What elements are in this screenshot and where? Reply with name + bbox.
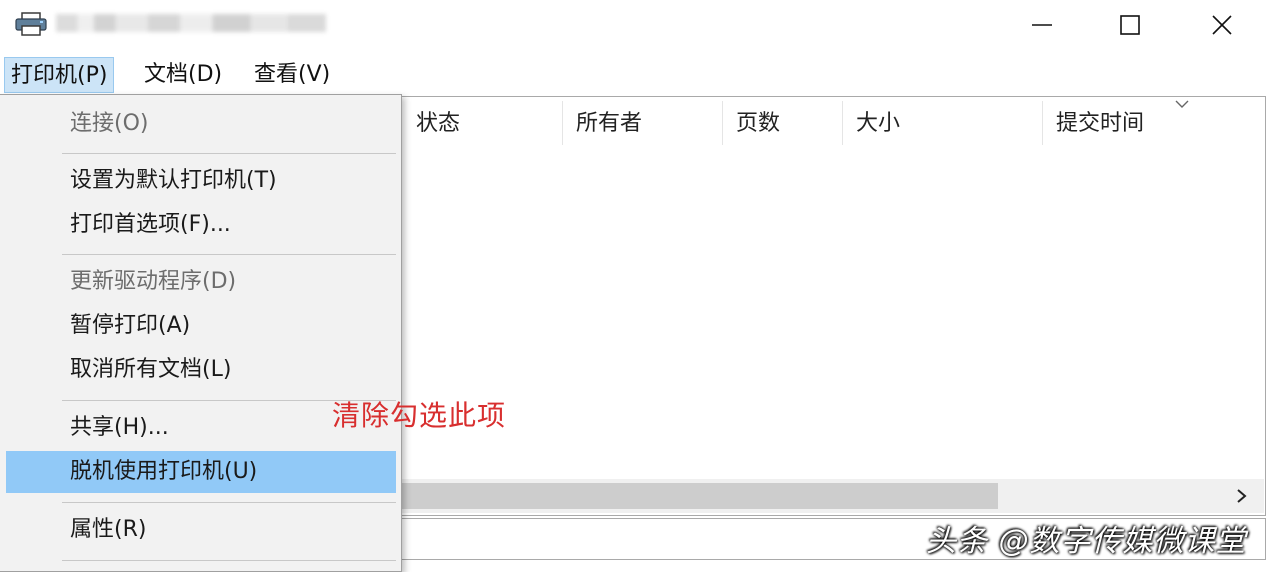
printer-menu-dropdown: 连接(O) 设置为默认打印机(T) 打印首选项(F)... 更新驱动程序(D) … [0, 94, 402, 572]
menu-separator [62, 560, 396, 561]
column-header-pages[interactable]: 页数 [724, 97, 780, 149]
menu-item-properties[interactable]: 属性(R) [6, 509, 396, 551]
menu-item-pause[interactable]: 暂停打印(A) [6, 305, 396, 347]
menu-document[interactable]: 文档(D) [138, 57, 228, 93]
maximize-button[interactable] [1084, 0, 1176, 50]
title-bar [0, 0, 1272, 50]
column-header-owner[interactable]: 所有者 [564, 97, 642, 149]
annotation-callout: 清除勾选此项 [332, 399, 507, 432]
column-header-status[interactable]: 状态 [404, 97, 460, 149]
column-divider[interactable] [842, 101, 843, 145]
column-divider[interactable] [722, 101, 723, 145]
printer-icon [15, 12, 47, 36]
menu-item-update-driver[interactable]: 更新驱动程序(D) [6, 261, 396, 303]
maximize-icon [1120, 15, 1140, 35]
column-header-size[interactable]: 大小 [844, 97, 900, 149]
menu-item-use-offline[interactable]: 脱机使用打印机(U) [6, 451, 396, 493]
chevron-down-icon [1175, 100, 1189, 108]
menu-item-set-default[interactable]: 设置为默认打印机(T) [6, 160, 396, 202]
menu-item-preferences[interactable]: 打印首选项(F)... [6, 204, 396, 246]
menu-view[interactable]: 查看(V) [248, 57, 336, 93]
horizontal-scrollbar[interactable] [392, 479, 1264, 513]
column-divider[interactable] [1042, 101, 1043, 145]
column-header-submitted[interactable]: 提交时间 [1044, 97, 1144, 149]
menu-separator [62, 502, 396, 503]
minimize-button[interactable] [996, 0, 1088, 50]
menu-separator [62, 153, 396, 154]
close-icon [1212, 15, 1232, 35]
window-title-blurred [56, 14, 326, 32]
minimize-icon [1032, 24, 1052, 26]
close-button[interactable] [1176, 0, 1268, 50]
scrollbar-thumb[interactable] [392, 483, 998, 509]
column-divider[interactable] [562, 101, 563, 145]
chevron-right-icon[interactable] [1234, 485, 1250, 507]
menu-printer[interactable]: 打印机(P) [4, 57, 115, 93]
print-queue-list[interactable]: 状态 所有者 页数 大小 提交时间 [392, 96, 1266, 516]
menu-item-cancel-all[interactable]: 取消所有文档(L) [6, 349, 396, 391]
watermark-text: 头条 @数字传媒微课堂 [926, 524, 1247, 559]
menu-item-connect[interactable]: 连接(O) [6, 103, 396, 145]
menu-bar: 打印机(P) 文档(D) 查看(V) [0, 54, 1272, 94]
menu-separator [62, 254, 396, 255]
